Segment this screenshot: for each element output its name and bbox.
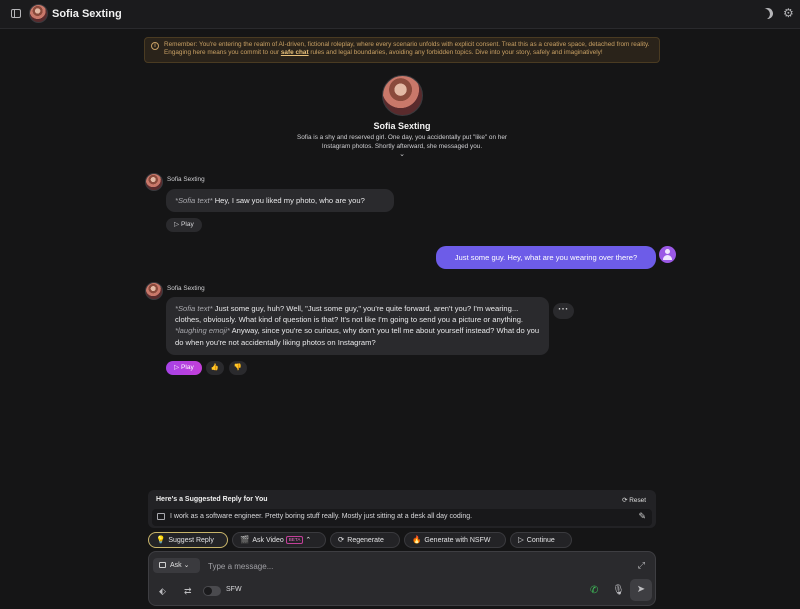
chat-title: Sofia Sexting [52,8,122,20]
message-text: Hey, I saw you liked my photo, who are y… [212,196,365,205]
suggested-reply-panel: Here's a Suggested Reply for You ⟳ Reset… [148,490,656,528]
profile-name: Sofia Sexting [373,121,431,131]
reset-button[interactable]: ⟳ Reset [622,496,646,504]
notice-text-after: rules and legal boundaries, avoiding any… [308,49,603,57]
generate-nsfw-button[interactable]: 🔥 Generate with NSFW [404,532,506,548]
gear-icon[interactable]: ⚙ [783,6,794,20]
expand-icon[interactable]: ⤢ [638,560,645,571]
suggest-reply-button[interactable]: 💡 Suggest Reply [148,532,228,548]
ask-video-button[interactable]: 🎬 Ask Video BETA ⌃ [232,532,326,548]
message-sender: Sofia Sexting [167,176,205,183]
mode-select[interactable]: Ask ⌄ [153,558,200,573]
suggested-reply-row[interactable]: I work as a software engineer. Pretty bo… [152,509,652,526]
bot-message: *Sofia text* Hey, I saw you liked my pho… [166,189,394,212]
suggested-reply-title: Here's a Suggested Reply for You [156,496,268,503]
message-avatar[interactable] [145,282,163,300]
message-composer: Ask ⌄ Type a message... ⤢ ⬖ ⇄ SFW ✆ 🎙 ➤ [148,551,656,606]
generate-nsfw-label: Generate with NSFW [424,537,491,544]
regenerate-button[interactable]: ⟳ Regenerate [330,532,400,548]
message-text: Anyway, since you're so curious, why don… [175,326,540,347]
user-message: Just some guy. Hey, what are you wearing… [436,246,656,269]
character-profile: Sofia Sexting Sofia is a shy and reserve… [250,75,554,159]
regenerate-label: Regenerate [347,537,384,544]
play-skip-icon: ▷ [518,535,524,544]
play-label: Play [181,221,194,228]
chevron-up-icon: ⌃ [305,537,312,544]
tag-icon[interactable]: ⬖ [159,586,166,597]
ask-video-label: Ask Video [252,537,284,544]
message-text: Just some guy, huh? Well, "Just some guy… [175,304,524,325]
message-avatar[interactable] [145,173,163,191]
bot-message: *Sofia text* Just some guy, huh? Well, "… [166,297,549,355]
chevron-down-icon: ⌄ [183,562,190,569]
message-input[interactable]: Type a message... [208,562,273,571]
suggest-reply-label: Suggest Reply [168,537,214,544]
sfw-toggle[interactable] [203,586,221,596]
phone-icon[interactable]: ✆ [590,585,598,596]
reset-label: Reset [629,497,646,504]
message-sender: Sofia Sexting [167,285,205,292]
action-text: *Sofia text* [175,304,213,313]
send-button[interactable]: ➤ [630,579,652,601]
sidebar-toggle-icon[interactable] [11,9,21,18]
settings-sliders-icon[interactable]: ⇄ [184,586,192,597]
roleplay-notice: i Remember: You're entering the realm of… [144,37,660,63]
play-button[interactable]: ▷ Play [166,361,202,375]
profile-description: Sofia is a shy and reserved girl. One da… [296,134,508,150]
chevron-down-icon[interactable]: ⌄ [250,151,554,159]
thumbs-up-icon[interactable]: 👍 [206,361,224,375]
message-icon [157,513,165,520]
image-icon [159,562,166,568]
refresh-icon: ⟳ [338,535,345,544]
more-options-button[interactable]: ··· [553,303,574,319]
top-bar: Sofia Sexting ⚙ [0,0,800,29]
profile-avatar[interactable] [381,75,423,116]
action-text: *Sofia text* [175,196,213,205]
mode-label: Ask [170,562,182,569]
play-label: Play [181,364,194,371]
thumbs-down-icon[interactable]: 👎 [229,361,247,375]
action-text: *laughing emoji* [175,326,230,336]
suggested-reply-text: I work as a software engineer. Pretty bo… [170,513,473,520]
fire-icon: 🔥 [412,535,422,544]
lightbulb-icon: 💡 [156,535,166,544]
user-avatar[interactable] [659,246,676,263]
edit-icon[interactable]: ✎ [638,511,646,522]
play-button[interactable]: ▷ Play [166,218,202,232]
sfw-label: SFW [226,586,242,593]
safe-chat-link[interactable]: safe chat [281,49,309,56]
character-avatar[interactable] [29,4,48,23]
continue-label: Continue [526,537,555,544]
info-icon: i [151,42,159,50]
continue-button[interactable]: ▷ Continue [510,532,572,548]
video-icon: 🎬 [240,535,250,544]
beta-badge: BETA [285,536,304,544]
microphone-icon[interactable]: 🎙 [612,585,625,596]
moon-icon[interactable] [760,6,775,21]
